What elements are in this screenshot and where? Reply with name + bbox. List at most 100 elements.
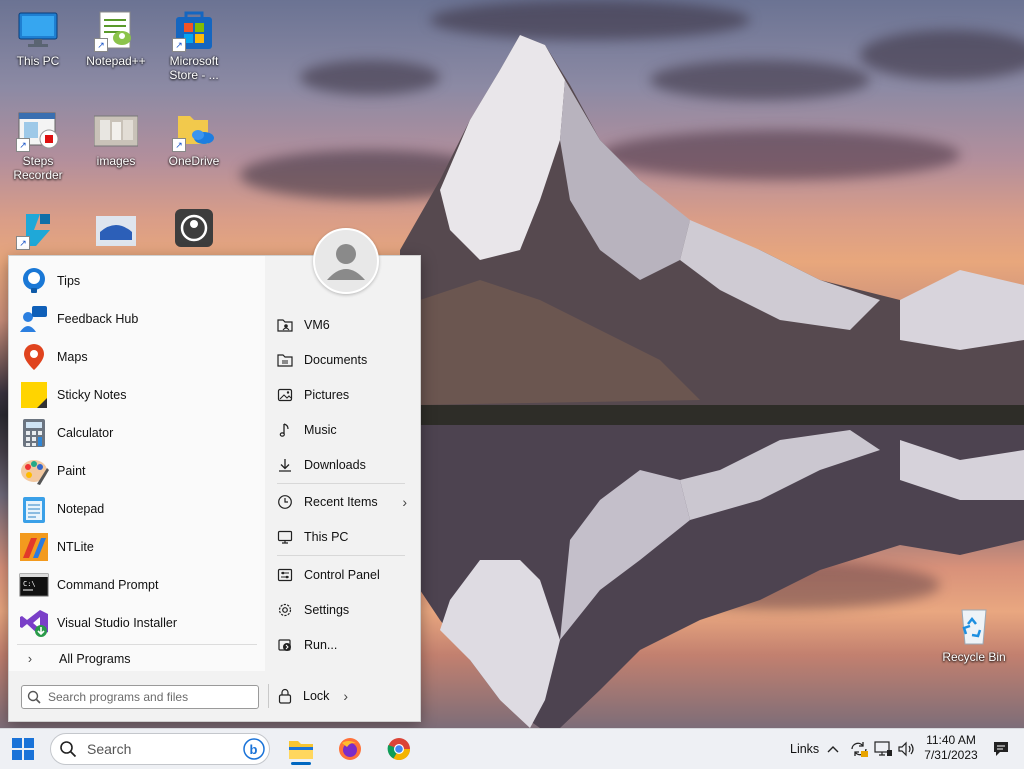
- desktop-icon-app-2[interactable]: [78, 206, 154, 252]
- sync-icon: [851, 742, 868, 757]
- shortcut-arrow-icon: ↗: [172, 138, 186, 152]
- start-item-control-panel[interactable]: Control Panel: [275, 561, 409, 589]
- desktop-icon-recycle-bin[interactable]: Recycle Bin: [936, 604, 1012, 664]
- search-icon: [51, 740, 85, 758]
- start-search-input[interactable]: [46, 689, 240, 705]
- clock-time: 11:40 AM: [926, 733, 976, 747]
- start-item-music[interactable]: Music: [275, 416, 409, 444]
- program-command-prompt[interactable]: C:\ Command Prompt: [19, 567, 255, 603]
- images-icon: [93, 108, 139, 152]
- program-notepad[interactable]: Notepad: [19, 491, 255, 527]
- notepad-icon: [19, 494, 49, 524]
- app-icon: ↗: [16, 206, 60, 250]
- taskbar: b Links 11:40 AM 7/31/2023: [0, 728, 1024, 769]
- start-button[interactable]: [3, 732, 43, 766]
- vs-installer-icon: [19, 608, 49, 638]
- sticky-notes-icon: [19, 380, 49, 410]
- settings-gear-icon: [275, 600, 295, 620]
- app-icon: [94, 206, 138, 250]
- svg-text:b: b: [250, 742, 258, 757]
- shortcut-arrow-icon: ↗: [16, 138, 30, 152]
- taskbar-chrome[interactable]: [381, 733, 417, 765]
- show-hidden-icons-button[interactable]: [826, 729, 840, 769]
- desktop-icon-steps-recorder[interactable]: ↗ Steps Recorder: [0, 108, 76, 182]
- cmd-icon: C:\: [19, 570, 49, 600]
- desktop-icon-app-1[interactable]: ↗: [0, 206, 76, 252]
- start-item-recent-items[interactable]: Recent Items ›: [275, 488, 409, 516]
- program-maps[interactable]: Maps: [19, 339, 255, 375]
- run-icon: [275, 635, 295, 655]
- desktop-icon-app-3[interactable]: [156, 206, 232, 252]
- bing-icon[interactable]: b: [243, 738, 265, 763]
- program-sticky-notes[interactable]: Sticky Notes: [19, 377, 255, 413]
- file-explorer-icon: [289, 741, 313, 759]
- chevron-right-icon: ›: [343, 688, 349, 704]
- program-paint[interactable]: Paint: [19, 453, 255, 489]
- clock-date: 7/31/2023: [924, 748, 978, 762]
- downloads-icon: [275, 455, 295, 475]
- windows-logo-icon: [12, 738, 34, 760]
- speaker-icon: [898, 741, 914, 757]
- tray-volume-icon[interactable]: [897, 729, 915, 769]
- notification-icon: [994, 742, 1008, 756]
- onedrive-folder-icon: ↗: [172, 108, 216, 152]
- taskbar-firefox[interactable]: [332, 733, 368, 765]
- shortcut-arrow-icon: ↗: [172, 38, 186, 52]
- start-item-run[interactable]: Run...: [275, 631, 409, 659]
- start-item-pictures[interactable]: Pictures: [275, 381, 409, 409]
- program-vs-installer[interactable]: Visual Studio Installer: [19, 605, 255, 641]
- program-ntlite[interactable]: NTLite: [19, 529, 255, 565]
- desktop-icon-images[interactable]: images: [78, 108, 154, 168]
- notifications-button[interactable]: [992, 729, 1010, 769]
- shortcut-arrow-icon: ↗: [16, 236, 30, 250]
- all-programs-button[interactable]: › All Programs: [19, 648, 259, 670]
- taskbar-search-input[interactable]: [85, 740, 229, 758]
- taskbar-file-explorer[interactable]: [283, 733, 319, 765]
- desktop-icon-onedrive[interactable]: ↗ OneDrive: [156, 108, 232, 168]
- recent-clock-icon: [275, 492, 295, 512]
- start-search-box[interactable]: [21, 685, 259, 709]
- firefox-icon: [339, 738, 361, 760]
- chrome-icon: [387, 738, 410, 760]
- recycle-bin-icon: [952, 604, 996, 648]
- start-item-downloads[interactable]: Downloads: [275, 451, 409, 479]
- music-icon: [275, 420, 295, 440]
- start-item-vm6[interactable]: VM6: [275, 311, 409, 339]
- lock-button[interactable]: Lock ›: [275, 684, 355, 708]
- maps-icon: [19, 342, 49, 372]
- monitor-icon: [16, 8, 60, 52]
- tray-network-icon[interactable]: [873, 729, 893, 769]
- calculator-icon: [19, 418, 49, 448]
- app-icon: [172, 206, 216, 250]
- control-panel-icon: [275, 565, 295, 585]
- svg-text:C:\: C:\: [23, 580, 36, 588]
- desktop-icon-notepadpp[interactable]: ↗ Notepad++: [78, 8, 154, 68]
- start-item-this-pc[interactable]: This PC: [275, 523, 409, 551]
- start-menu: Tips Feedback Hub Maps Sticky Notes Calc…: [8, 228, 421, 722]
- links-toolbar[interactable]: Links: [790, 729, 819, 769]
- program-feedback-hub[interactable]: Feedback Hub: [19, 301, 255, 337]
- user-avatar[interactable]: [313, 228, 379, 294]
- steps-recorder-icon: ↗: [16, 108, 60, 152]
- taskbar-clock[interactable]: 11:40 AM 7/31/2023: [918, 733, 984, 763]
- tips-icon: [19, 266, 49, 296]
- feedback-hub-icon: [19, 304, 49, 334]
- start-item-settings[interactable]: Settings: [275, 596, 409, 624]
- taskbar-search-box[interactable]: b: [50, 733, 270, 765]
- program-tips[interactable]: Tips: [19, 263, 255, 299]
- search-icon: [22, 690, 46, 704]
- this-pc-icon: [275, 527, 295, 547]
- desktop-icon-store[interactable]: ↗ Microsoft Store - ...: [156, 8, 232, 82]
- user-folder-icon: [275, 315, 295, 335]
- pictures-icon: [275, 385, 295, 405]
- network-icon: [874, 741, 892, 756]
- program-calculator[interactable]: Calculator: [19, 415, 255, 451]
- tray-sync-icon[interactable]: [849, 729, 869, 769]
- desktop-icon-this-pc[interactable]: This PC: [0, 8, 76, 68]
- documents-icon: [275, 350, 295, 370]
- start-item-documents[interactable]: Documents: [275, 346, 409, 374]
- programs-divider: [17, 644, 257, 645]
- store-icon: ↗: [172, 8, 216, 52]
- right-column-divider: [277, 555, 405, 556]
- ntlite-icon: [19, 532, 49, 562]
